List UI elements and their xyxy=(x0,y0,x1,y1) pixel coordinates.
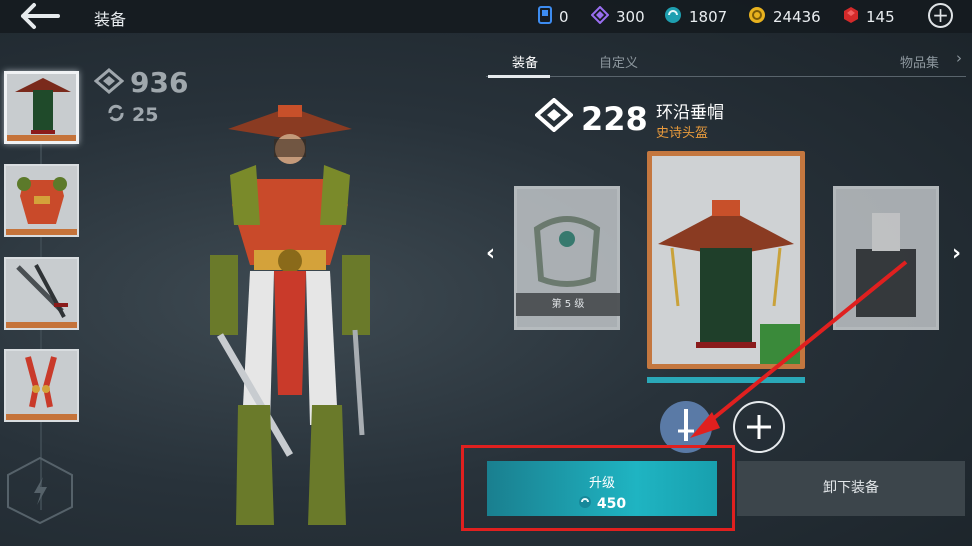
annotation-arrow xyxy=(690,260,908,438)
